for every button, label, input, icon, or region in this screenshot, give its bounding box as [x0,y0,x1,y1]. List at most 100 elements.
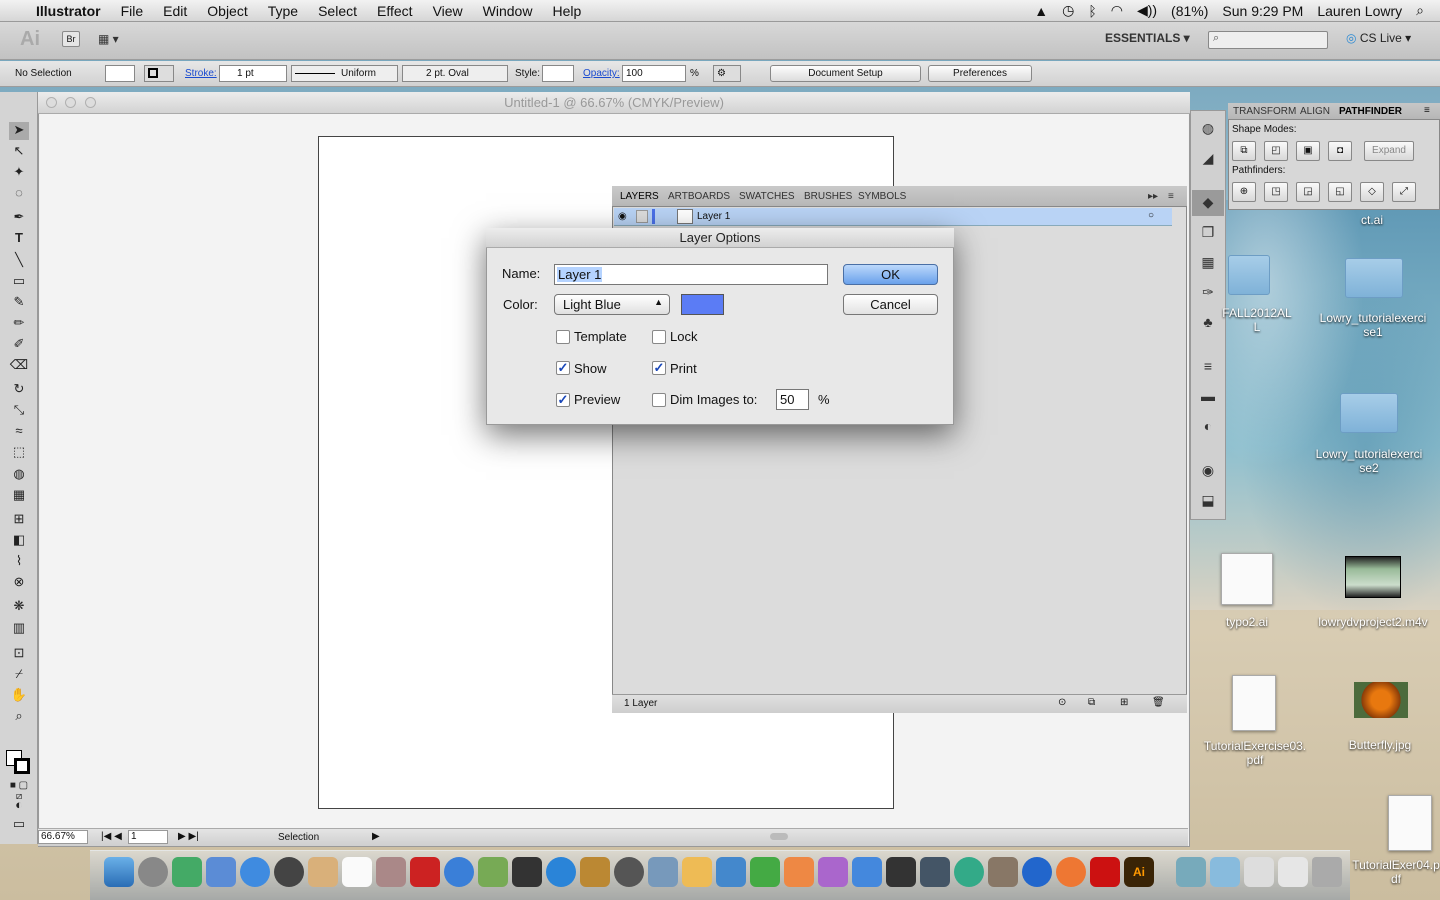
documents-stack-icon[interactable] [1210,857,1240,887]
camera-icon[interactable] [886,857,916,887]
make-clipping-mask-icon[interactable]: ⧉ [1088,697,1095,708]
tab-pathfinder[interactable]: PATHFINDER [1339,106,1402,117]
itunes-icon[interactable] [444,857,474,887]
lock-toggle[interactable] [636,210,648,223]
folder-icon[interactable] [1340,393,1398,433]
dim-images-checkbox[interactable] [652,393,666,407]
desktop-folder-tutorialexercise2[interactable]: Lowry_tutorialexercise2 [1314,447,1424,475]
preview-icon[interactable] [376,857,406,887]
pen-tool-icon[interactable]: ✒ [9,209,29,227]
recent-stack-icon[interactable] [1278,857,1308,887]
print-checkbox[interactable]: ✓ [652,361,666,375]
stroke-swatch[interactable] [144,65,174,82]
firefox-icon[interactable] [1056,857,1086,887]
adobe-icon[interactable]: ▲ [1034,3,1048,19]
gradient-panel-icon[interactable]: ▬ [1198,388,1218,406]
illustrator-dock-icon[interactable]: Ai [1124,857,1154,887]
brush-definition[interactable]: 2 pt. Oval [402,65,508,82]
clock[interactable]: Sun 9:29 PM [1222,3,1303,19]
opacity-label[interactable]: Opacity: [583,68,620,79]
folder-icon[interactable] [1345,258,1403,298]
draw-mode-icon[interactable]: ◐ [9,797,29,815]
appearance-icon[interactable]: ◢ [1198,150,1218,168]
direct-selection-tool-icon[interactable]: ↖ [9,143,29,161]
desktop-folder-tutorialexercise1[interactable]: Lowry_tutorialexercise1 [1318,311,1428,339]
layer-row[interactable]: ◉ Layer 1 ○ [614,208,1172,226]
eraser-tool-icon[interactable]: ⌫ [9,357,29,375]
applications-stack-icon[interactable] [1176,857,1206,887]
pathfinder-menu-icon[interactable]: ≡ [1424,105,1430,116]
tab-layers[interactable]: LAYERS [620,191,659,202]
menu-type[interactable]: Type [268,3,298,19]
desktop-file-lowrydvproject2[interactable]: lowrydvproject2.m4v [1316,615,1430,629]
status-mode[interactable]: Selection [278,832,319,843]
graphic-style-swatch[interactable] [542,65,574,82]
hand-tool-icon[interactable]: ✋ [9,687,29,705]
artboard-nav-icons[interactable]: |◀ ◀ [101,831,122,842]
cancel-button[interactable]: Cancel [843,294,938,315]
transparency-icon[interactable]: ◐ [1198,418,1218,436]
preview-checkbox[interactable]: ✓ [556,393,570,407]
menu-edit[interactable]: Edit [163,3,187,19]
screen-mode-icon[interactable]: ▭ [9,816,29,834]
app-store-icon[interactable] [648,857,678,887]
menu-view[interactable]: View [433,3,463,19]
crop-icon[interactable]: ◱ [1328,182,1352,202]
search-input[interactable]: ⌕ [1208,31,1328,49]
finder-icon[interactable] [104,857,134,887]
selection-tool-icon[interactable]: ➤ [9,122,29,140]
lock-checkbox[interactable] [652,330,666,344]
delete-layer-icon[interactable]: 🗑 [1152,697,1165,708]
paintbrush-tool-icon[interactable]: ✎ [9,294,29,312]
tab-align[interactable]: ALIGN [1300,106,1330,117]
workspace-switcher[interactable]: ESSENTIALS ▾ [1105,31,1190,45]
stickies-icon[interactable] [682,857,712,887]
ok-button[interactable]: OK [843,264,938,285]
safari-icon[interactable] [546,857,576,887]
downloads-stack-icon[interactable] [1244,857,1274,887]
trim-icon[interactable]: ◳ [1264,182,1288,202]
tab-brushes[interactable]: BRUSHES [804,191,852,202]
color-mode-icons[interactable]: ■ ▢ ⧄ [9,780,29,802]
rotate-tool-icon[interactable]: ↻ [9,381,29,399]
desktop-file-ct-ai[interactable]: ct.ai [1340,213,1404,227]
powerpoint-icon[interactable] [784,857,814,887]
divide-icon[interactable]: ⊕ [1232,182,1256,202]
menu-file[interactable]: File [121,3,144,19]
network-icon[interactable] [954,857,984,887]
fill-swatch[interactable] [105,65,135,82]
desktop-file-tutorialexercise03[interactable]: TutorialExercise03.pdf [1202,739,1308,767]
imovie-icon[interactable] [512,857,542,887]
messenger-icon[interactable] [852,857,882,887]
exclude-icon[interactable]: ◘ [1328,141,1352,161]
video-file-thumbnail[interactable] [1345,556,1401,598]
status-menu-arrow-icon[interactable]: ▶ [372,831,380,842]
zoom-window-icon[interactable] [85,97,96,108]
symbol-sprayer-tool-icon[interactable]: ❋ [9,598,29,616]
quicktime-icon[interactable] [1022,857,1052,887]
unite-icon[interactable]: ⧉ [1232,141,1256,161]
menu-app-name[interactable]: Illustrator [36,3,101,19]
excel-icon[interactable] [750,857,780,887]
magic-wand-tool-icon[interactable]: ✦ [9,164,29,182]
perspective-grid-tool-icon[interactable]: ▦ [9,487,29,505]
lasso-tool-icon[interactable]: ◌ [9,185,29,203]
preferences-button[interactable]: Preferences [928,65,1032,82]
artboard-tool-icon[interactable]: ⊡ [9,645,29,663]
line-tool-icon[interactable]: ╲ [9,252,29,270]
ichat-icon[interactable] [240,857,270,887]
volume-icon[interactable]: ◀)) [1137,2,1157,19]
menu-effect[interactable]: Effect [377,3,413,19]
new-layer-icon[interactable]: ⊞ [1120,697,1128,708]
launchpad-icon[interactable] [138,857,168,887]
merge-icon[interactable]: ◲ [1296,182,1320,202]
navigator-icon[interactable]: ⬓ [1198,492,1218,510]
menu-window[interactable]: Window [483,3,533,19]
entourage-icon[interactable] [818,857,848,887]
desktop-folder-fall2012all[interactable]: FALL2012ALL [1222,306,1292,334]
target-icon[interactable]: ○ [1148,210,1154,221]
stroke-color-icon[interactable] [14,758,30,774]
expand-button[interactable]: Expand [1364,141,1414,161]
spotlight-icon[interactable]: ⌕ [1416,2,1424,19]
panel-menu-icon[interactable]: ≡ [1168,191,1174,202]
